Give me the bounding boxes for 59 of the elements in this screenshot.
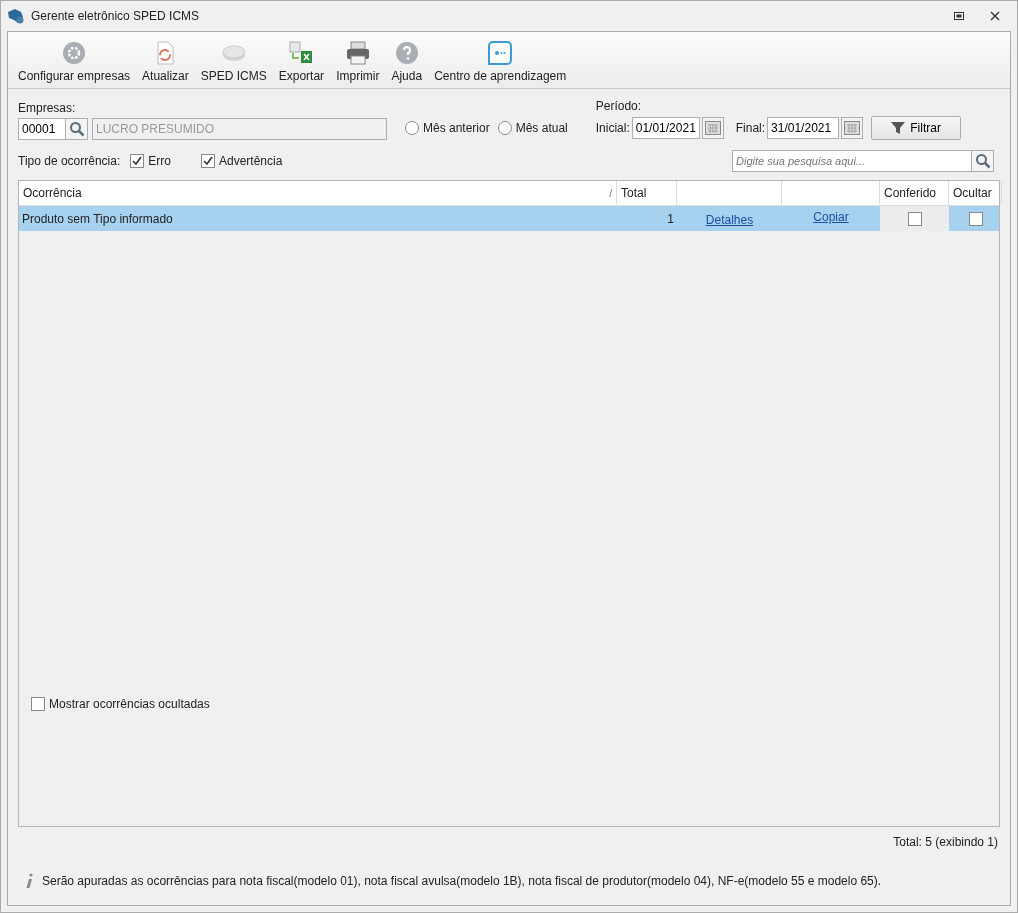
- calendar-icon: [704, 121, 721, 135]
- chat-bubble-icon: [488, 41, 513, 65]
- field-label: Tipo de ocorrência:: [18, 154, 121, 168]
- info-icon: [24, 873, 34, 889]
- filter-button[interactable]: Filtrar: [871, 116, 962, 140]
- table-cell-text: Produto sem Tipo informado: [21, 210, 174, 228]
- date-field[interactable]: 01/01/2021: [631, 117, 700, 139]
- column-header[interactable]: Conferido: [880, 181, 949, 205]
- calendar-icon: [844, 121, 861, 135]
- search-field[interactable]: Digite sua pesquisa aqui...: [732, 150, 972, 172]
- checkbox[interactable]: [968, 211, 983, 226]
- help-icon: [394, 41, 419, 65]
- close-icon[interactable]: [989, 10, 1001, 22]
- column-header[interactable]: Total: [617, 181, 677, 205]
- details-link[interactable]: Detalhes: [705, 212, 754, 227]
- printer-icon: [345, 41, 370, 65]
- search-icon: [68, 121, 85, 137]
- toolbar-button[interactable]: Centro de aprendizagem: [428, 41, 573, 83]
- toolbar-button[interactable]: Atualizar: [136, 41, 195, 83]
- funnel-icon: [891, 122, 906, 134]
- search-button[interactable]: [66, 118, 88, 140]
- app-logo-icon: [7, 8, 25, 24]
- total-count: Total: 5 (exibindo 1): [893, 835, 998, 849]
- radio-label: Mês anterior: [423, 121, 490, 135]
- info-text: Serão apuradas as ocorrências para nota fiscal(modelo 01), nota fiscal avulsa(modelo 1B), nota fiscal de produtor(modelo 04), NF-e(modelo 55 e modelo 65).: [42, 874, 882, 888]
- table-cell-text: 1: [666, 210, 675, 228]
- field-label: Inicial:: [595, 121, 630, 135]
- checkbox-label: Erro: [148, 154, 171, 168]
- field-label: Período:: [595, 99, 643, 113]
- excel-export-icon: [289, 41, 314, 65]
- company-code-field[interactable]: 00001: [18, 118, 66, 140]
- column-header[interactable]: Ocultar: [949, 181, 1002, 205]
- restore-icon[interactable]: [953, 10, 965, 22]
- date-field[interactable]: 31/01/2021: [767, 117, 840, 139]
- field-label: Empresas:: [18, 101, 77, 115]
- toolbar-button[interactable]: Configurar empresas: [12, 41, 137, 83]
- radio-button[interactable]: [497, 121, 512, 135]
- search-icon: [974, 153, 991, 169]
- checkbox[interactable]: [907, 211, 922, 226]
- checkbox[interactable]: [130, 154, 145, 168]
- field-label: Final:: [735, 121, 766, 135]
- checkbox[interactable]: [31, 697, 45, 711]
- toolbar-button[interactable]: Ajuda: [385, 41, 429, 83]
- radio-label: Mês atual: [515, 121, 568, 135]
- toolbar-button[interactable]: Exportar: [272, 41, 331, 83]
- gear-icon: [62, 41, 87, 65]
- toolbar-button[interactable]: Imprimir: [330, 41, 386, 83]
- window-title: Gerente eletrônico SPED ICMS: [31, 9, 201, 23]
- column-header[interactable]: Ocorrência /: [19, 181, 617, 205]
- calendar-button[interactable]: [701, 117, 724, 139]
- search-button[interactable]: [972, 150, 994, 172]
- checkbox-label: Advertência: [218, 154, 283, 168]
- checkbox[interactable]: [200, 154, 215, 168]
- calendar-button[interactable]: [841, 117, 864, 139]
- checkbox-label: Mostrar ocorrências ocultadas: [49, 697, 210, 711]
- toolbar-button[interactable]: SPED ICMS: [194, 41, 273, 83]
- table-row[interactable]: Produto sem Tipo informado 1 Detalhes Copiar: [19, 206, 999, 231]
- radio-button[interactable]: [405, 121, 419, 135]
- copy-link[interactable]: Copiar: [813, 209, 849, 224]
